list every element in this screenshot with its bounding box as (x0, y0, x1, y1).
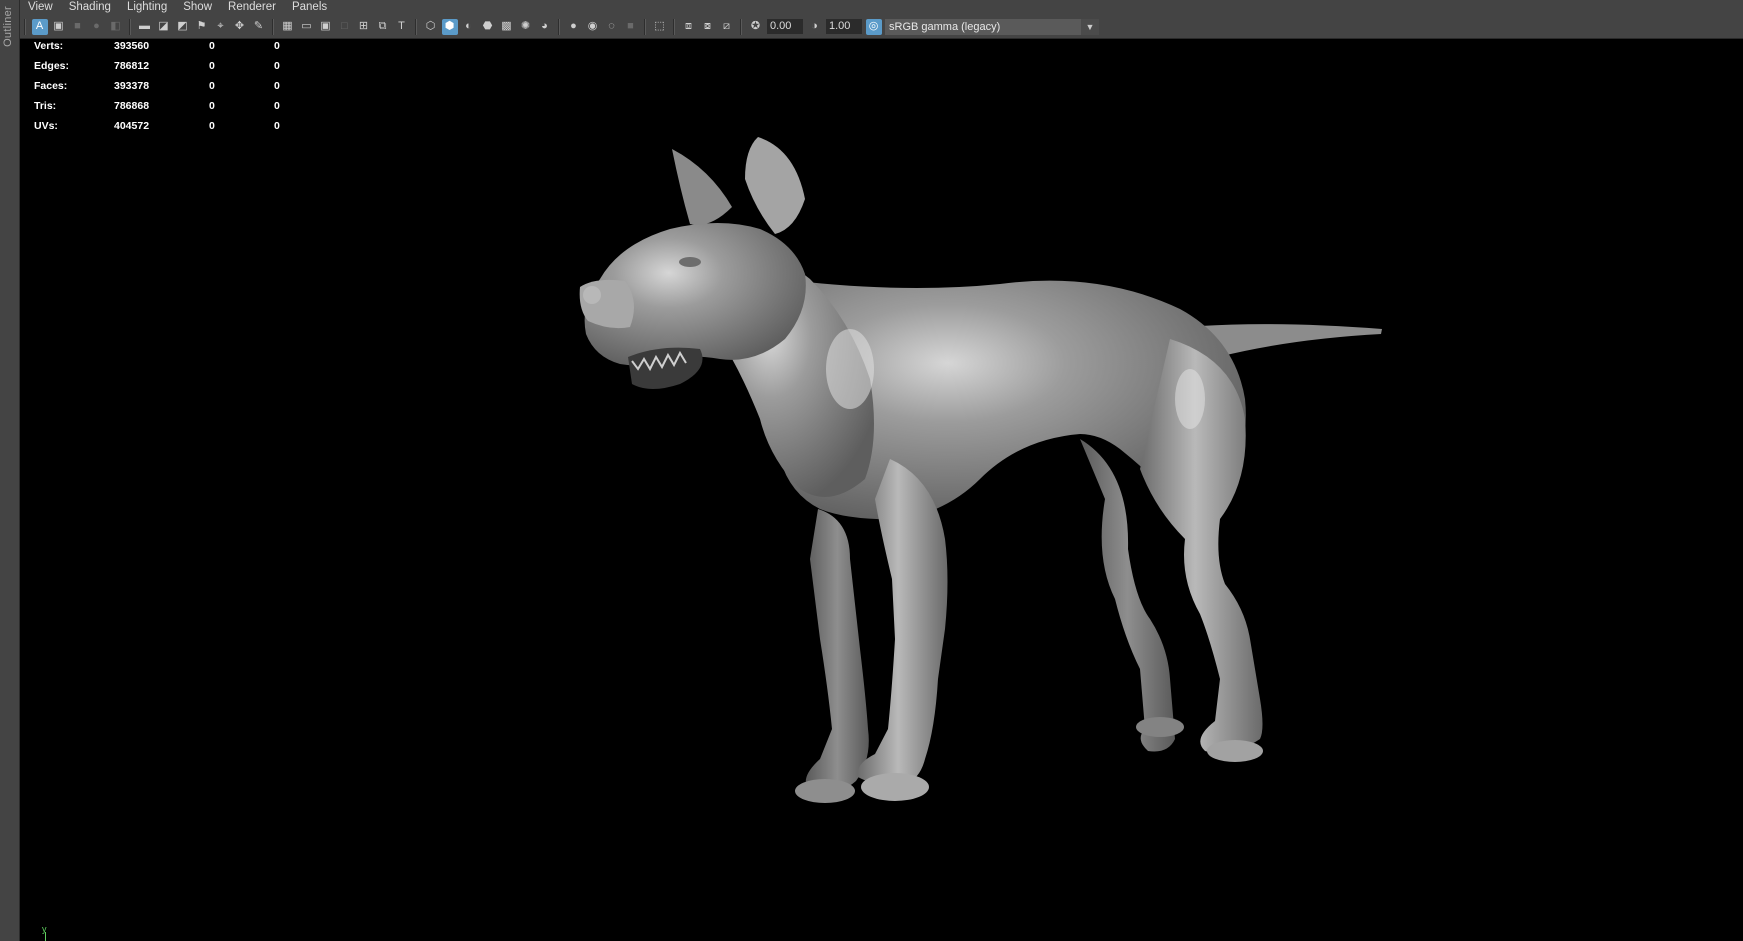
toolbar-separator (740, 18, 742, 35)
dog-near-front-paw (861, 773, 929, 801)
grid-icon[interactable]: ▦ (280, 19, 296, 35)
image-plane-icon[interactable]: ● (89, 19, 105, 35)
use-all-lights-icon[interactable]: ✺ (518, 19, 534, 35)
textured-icon[interactable]: ▩ (499, 19, 515, 35)
dog-nose (583, 286, 601, 304)
xray-active-components-icon[interactable]: ⧇ (700, 19, 716, 35)
menu-show[interactable]: Show (175, 0, 220, 15)
smooth-shade-icon[interactable]: ⬢ (441, 18, 458, 35)
bookmark-icon[interactable]: ■ (70, 19, 86, 35)
screen-space-ao-icon[interactable]: ● (566, 19, 582, 35)
view-transform-select[interactable]: sRGB gamma (legacy) ▼ (885, 18, 1099, 35)
xray-joints-icon[interactable]: ⧄ (719, 19, 735, 35)
gate-mask-icon[interactable]: □ (337, 19, 353, 35)
dog-far-foreleg (805, 509, 869, 794)
dog-model[interactable] (579, 137, 1382, 803)
motion-blur-icon[interactable]: ◉ (585, 19, 601, 35)
menu-shading[interactable]: Shading (61, 0, 119, 15)
color-management-icon[interactable]: ◎ (865, 18, 882, 35)
toolbar-separator (415, 18, 417, 35)
toolbar-separator (644, 18, 646, 35)
menu-panels[interactable]: Panels (284, 0, 335, 15)
dog-left-ear (672, 149, 732, 225)
toolbar-separator (673, 18, 675, 35)
wireframe-icon[interactable]: ⬡ (423, 19, 439, 35)
dog-near-hind-paw (1207, 740, 1263, 762)
bookmark-flag-icon[interactable]: ⚑ (194, 19, 210, 35)
grease-pencil-icon[interactable]: ◧ (108, 19, 124, 35)
resolution-gate-icon[interactable]: ▣ (318, 19, 334, 35)
camera-sequencer-icon[interactable]: ◪ (156, 19, 172, 35)
depth-of-field-icon[interactable]: ■ (623, 19, 639, 35)
toolbar-separator (24, 18, 26, 35)
2d-pan-zoom-icon[interactable]: ▬ (137, 19, 153, 35)
shadows-icon[interactable]: ◕ (537, 19, 553, 35)
view-axis-y-line (45, 932, 46, 941)
select-camera-icon[interactable]: A (31, 18, 48, 35)
panel-toolbar: A ▣ ■ ● ◧ ▬ ◪ ◩ ⚑ ⌖ ✥ ✎ ▦ ▭ ▣ □ ⊞ ⧉ T ⬡ … (20, 15, 1743, 39)
manipulator-icon[interactable]: ✥ (232, 19, 248, 35)
outliner-label[interactable]: Outliner (2, 6, 14, 47)
xray-icon[interactable]: ⧈ (681, 19, 697, 35)
isolate-select-icon[interactable]: ⬚ (652, 19, 668, 35)
safe-title-icon[interactable]: T (394, 19, 410, 35)
toolbar-separator (129, 18, 131, 35)
menu-renderer[interactable]: Renderer (220, 0, 284, 15)
toolbar-separator (558, 18, 560, 35)
menu-view[interactable]: View (20, 0, 61, 15)
exposure-field[interactable]: 0.00 (767, 19, 803, 34)
outliner-panel[interactable]: Outliner (0, 0, 20, 941)
anti-aliasing-icon[interactable]: ◌ (604, 19, 620, 35)
dog-far-hind-paw (1136, 717, 1184, 737)
toolbar-separator (272, 18, 274, 35)
pencil-icon[interactable]: ✎ (251, 19, 267, 35)
perspective-viewport[interactable] (20, 39, 1743, 941)
default-material-icon[interactable]: ◐ (461, 19, 477, 35)
dog-hip-highlight (1175, 369, 1205, 429)
panel-menu-bar: View Shading Lighting Show Renderer Pane… (20, 0, 1743, 15)
gamma-icon[interactable]: ◑ (807, 19, 823, 35)
field-chart-icon[interactable]: ⊞ (356, 19, 372, 35)
dog-right-ear (745, 137, 805, 234)
film-gate-icon[interactable]: ▭ (299, 19, 315, 35)
pivot-icon[interactable]: ⌖ (213, 19, 229, 35)
lock-camera-icon[interactable]: ◩ (175, 19, 191, 35)
dog-shoulder-highlight (826, 329, 874, 409)
menu-lighting[interactable]: Lighting (119, 0, 175, 15)
chevron-down-icon[interactable]: ▼ (1081, 18, 1099, 35)
safe-action-icon[interactable]: ⧉ (375, 19, 391, 35)
camera-attributes-icon[interactable]: ▣ (51, 19, 67, 35)
exposure-icon[interactable]: ✪ (748, 19, 764, 35)
wireframe-on-shaded-icon[interactable]: ⬣ (480, 19, 496, 35)
view-transform-value: sRGB gamma (legacy) (889, 20, 1001, 33)
dog-far-front-paw (795, 779, 855, 803)
dog-eye (679, 257, 701, 267)
gamma-field[interactable]: 1.00 (826, 19, 862, 34)
